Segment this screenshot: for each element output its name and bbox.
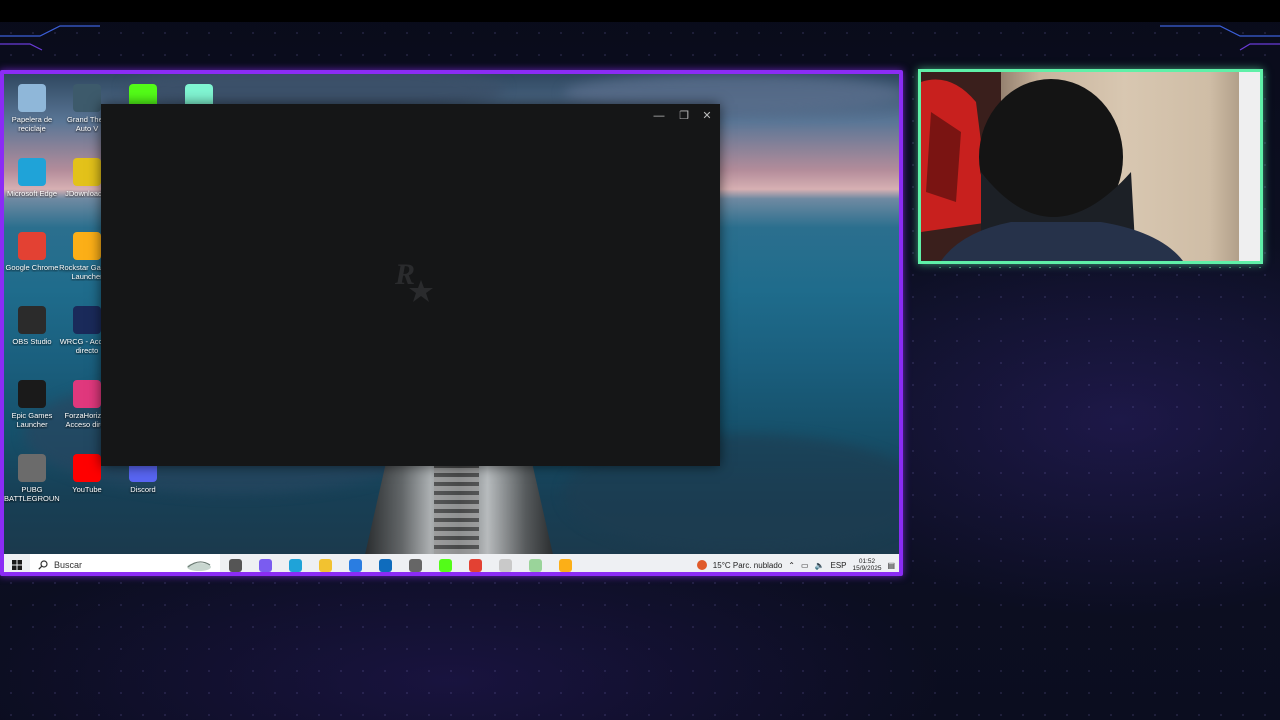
chrome-icon xyxy=(468,558,482,572)
obs-icon xyxy=(18,306,46,334)
search-highlight-bird-icon xyxy=(187,561,211,571)
youtube-icon xyxy=(73,454,101,482)
outlook-icon xyxy=(378,558,392,572)
taskbar-app-button[interactable] xyxy=(460,554,490,572)
notifications-icon[interactable]: ▤ xyxy=(887,561,895,570)
chrome-icon xyxy=(18,232,46,260)
desktop-icon[interactable]: OBS Studio xyxy=(4,306,60,346)
language-indicator[interactable]: ESP xyxy=(831,561,847,570)
kick-icon xyxy=(438,558,452,572)
taskbar-app-button[interactable] xyxy=(220,554,250,572)
jdownloader-icon xyxy=(73,158,101,186)
webcam-decoration-dots xyxy=(935,266,1265,269)
webcam-person-image xyxy=(921,72,1260,261)
settings-icon xyxy=(408,558,422,572)
task-view-icon xyxy=(228,558,242,572)
search-placeholder: Buscar xyxy=(54,560,83,570)
desktop-icon-label: PUBG BATTLEGROUN... xyxy=(4,485,60,503)
store-icon xyxy=(348,558,362,572)
pubg-icon xyxy=(18,454,46,482)
rockstar-icon xyxy=(558,558,572,572)
close-button[interactable]: ✕ xyxy=(696,108,718,124)
taskbar-app-button[interactable] xyxy=(370,554,400,572)
rockstar-launcher-window[interactable]: — ❐ ✕ R xyxy=(101,104,720,466)
copilot-icon xyxy=(258,558,272,572)
desktop-icon-label: Papelera de reciclaje xyxy=(11,115,53,133)
desktop-icon-label: OBS Studio xyxy=(12,337,52,346)
clock-time: 01:52 xyxy=(858,558,876,565)
taskbar-app-button[interactable] xyxy=(310,554,340,572)
taskbar-app-button[interactable] xyxy=(550,554,580,572)
desktop-icon-label: Microsoft Edge xyxy=(6,189,58,198)
taskbar-app-button[interactable] xyxy=(280,554,310,572)
taskbar-app-button[interactable] xyxy=(430,554,460,572)
recycle-bin-icon xyxy=(18,84,46,112)
desktop-icon[interactable]: Epic Games Launcher xyxy=(4,380,60,429)
taskbar-app-button[interactable] xyxy=(400,554,430,572)
weather-widget[interactable]: 15°C Parc. nublado xyxy=(713,561,782,570)
minimize-button[interactable]: — xyxy=(648,108,670,124)
wrcg-icon xyxy=(73,306,101,334)
taskbar: Buscar 15°C Parc. nublado ⌃ ▭ 🔈 ESP 01:5… xyxy=(4,554,899,572)
maximize-button[interactable]: ❐ xyxy=(673,108,695,124)
svg-text:R: R xyxy=(394,258,415,291)
desktop-icon[interactable]: PUBG BATTLEGROUN... xyxy=(4,454,60,503)
taskbar-app-button[interactable] xyxy=(340,554,370,572)
overlay-decoration xyxy=(0,25,1280,51)
screen-capture-frame: Papelera de reciclaje Grand Theft Auto VM… xyxy=(0,70,903,576)
clock-date: 15/9/2025 xyxy=(852,565,882,572)
desktop-icon[interactable]: Papelera de reciclaje xyxy=(4,84,60,133)
taskbar-app-button[interactable] xyxy=(250,554,280,572)
desktop-icon[interactable]: Google Chrome xyxy=(4,232,60,272)
tray-overflow-icon[interactable]: ⌃ xyxy=(788,561,795,570)
desktop-icon-label: Google Chrome xyxy=(5,263,59,272)
taskbar-clock[interactable]: 01:52 15/9/2025 xyxy=(853,558,882,572)
taskbar-search-box[interactable]: Buscar xyxy=(30,554,220,572)
rockstar-logo-icon: R xyxy=(394,258,433,302)
app-icon-2 xyxy=(528,558,542,572)
weather-icon xyxy=(696,560,707,570)
gta-v-icon xyxy=(73,84,101,112)
edge-icon xyxy=(18,158,46,186)
file-explorer-icon xyxy=(318,558,332,572)
windows-icon xyxy=(12,560,22,570)
desktop-icon-label: YouTube xyxy=(72,485,102,494)
epic-games-icon xyxy=(18,380,46,408)
system-tray: 15°C Parc. nublado ⌃ ▭ 🔈 ESP 01:52 15/9/… xyxy=(696,554,899,572)
desktop-icon[interactable]: Microsoft Edge xyxy=(4,158,60,198)
pier-rails xyxy=(434,464,479,554)
forza-icon xyxy=(73,380,101,408)
app-icon xyxy=(498,558,512,572)
start-button[interactable] xyxy=(4,554,30,572)
volume-icon[interactable]: 🔈 xyxy=(815,561,825,570)
taskbar-app-button[interactable] xyxy=(520,554,550,572)
taskbar-app-button[interactable] xyxy=(490,554,520,572)
edge-icon xyxy=(288,558,302,572)
network-icon[interactable]: ▭ xyxy=(801,561,809,570)
search-icon xyxy=(38,560,48,570)
desktop-icon-label: Discord xyxy=(130,485,156,494)
webcam-overlay xyxy=(918,69,1263,264)
rockstar-icon xyxy=(73,232,101,260)
desktop-icon-label: Epic Games Launcher xyxy=(11,411,53,429)
